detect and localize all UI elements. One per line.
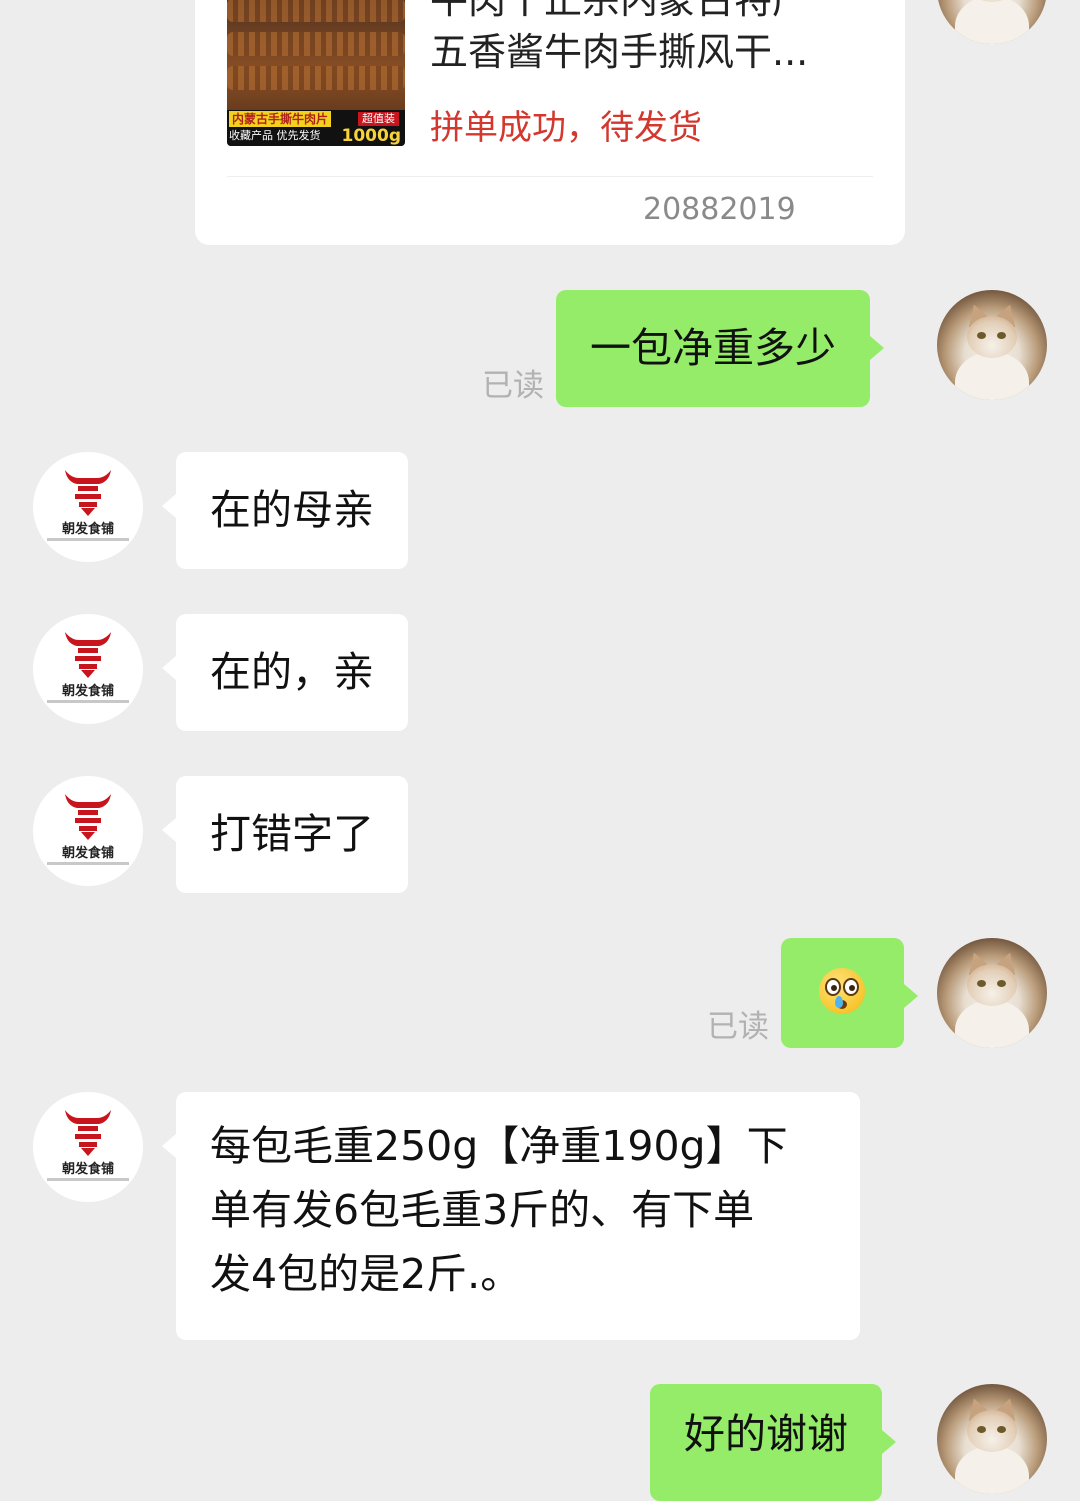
user-avatar[interactable]	[937, 0, 1047, 44]
card-divider	[227, 176, 873, 177]
message-text: 打错字了	[210, 810, 374, 858]
user-avatar[interactable]	[937, 290, 1047, 400]
bull-head-logo-icon	[65, 632, 111, 678]
product-title-line2: 五香酱牛肉手撕风干...	[430, 30, 809, 74]
message-bubble-incoming[interactable]: 在的母亲	[162, 452, 408, 569]
bull-head-logo-icon	[65, 794, 111, 840]
message-text-line: 每包毛重250g【净重190g】下	[210, 1122, 788, 1170]
thumbnail-product-label: 内蒙古手撕牛肉片	[229, 111, 332, 127]
shop-name: 朝发食铺	[61, 1162, 114, 1177]
message-bubble-incoming[interactable]: 在的，亲	[162, 614, 408, 731]
thumbnail-tag: 超值装	[358, 112, 399, 126]
shop-avatar[interactable]: 朝发食铺	[33, 776, 143, 886]
user-avatar[interactable]	[937, 1384, 1047, 1494]
shop-avatar[interactable]: 朝发食铺	[33, 614, 143, 724]
message-text-line: 单有发6包毛重3斤的、有下单	[210, 1186, 755, 1234]
message-text: 在的，亲	[210, 648, 374, 696]
message-text: 一包净重多少	[590, 324, 836, 372]
product-thumbnail: 内蒙古手撕牛肉片 收藏产品 优先发货 超值装 1000g	[227, 0, 405, 146]
message-bubble-outgoing[interactable]	[781, 938, 918, 1048]
thumbnail-promo-line: 收藏产品 优先发货	[229, 129, 321, 142]
shop-name: 朝发食铺	[61, 522, 114, 537]
order-id: 20882019	[643, 192, 796, 227]
product-title-line1: 牛肉干正宗内蒙古特产	[430, 0, 811, 22]
message-bubble-outgoing[interactable]: 一包净重多少	[556, 290, 884, 407]
flushed-crying-face-emoji-icon	[819, 968, 865, 1014]
message-text-line: 发4包的是2斤.。	[210, 1250, 522, 1298]
shop-avatar[interactable]: 朝发食铺	[33, 452, 143, 562]
bull-head-logo-icon	[65, 470, 111, 516]
read-receipt: 已读	[707, 1009, 769, 1045]
user-avatar[interactable]	[937, 938, 1047, 1048]
message-bubble-incoming[interactable]: 打错字了	[162, 776, 408, 893]
message-text: 好的谢谢	[684, 1410, 848, 1458]
shop-avatar[interactable]: 朝发食铺	[33, 1092, 143, 1202]
order-card[interactable]: 内蒙古手撕牛肉片 收藏产品 优先发货 超值装 1000g 牛肉干正宗内蒙古特产 …	[195, 0, 905, 245]
message-bubble-outgoing[interactable]: 好的谢谢	[650, 1384, 896, 1501]
message-text: 在的母亲	[210, 486, 374, 534]
bull-head-logo-icon	[65, 1110, 111, 1156]
message-bubble-incoming[interactable]: 每包毛重250g【净重190g】下 单有发6包毛重3斤的、有下单 发4包的是2斤…	[162, 1092, 860, 1340]
shop-name: 朝发食铺	[61, 684, 114, 699]
read-receipt: 已读	[482, 368, 544, 404]
order-status: 拼单成功，待发货	[430, 108, 702, 148]
shop-name: 朝发食铺	[61, 846, 114, 861]
thumbnail-weight: 1000g	[341, 126, 401, 146]
